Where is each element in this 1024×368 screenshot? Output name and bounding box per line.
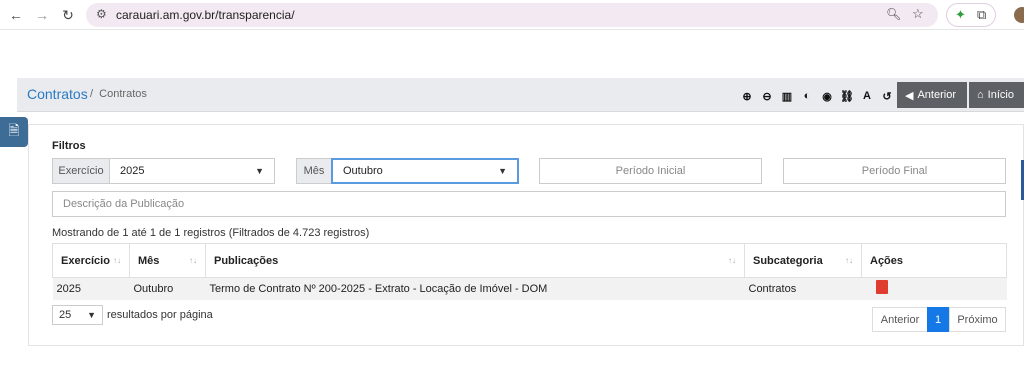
sort-icon: ↑↓ <box>189 256 197 265</box>
results-info: Mostrando de 1 até 1 de 1 registros (Fil… <box>52 227 370 239</box>
zoom-in-icon[interactable]: ⊕ <box>737 89 757 103</box>
zoom-out-icon[interactable]: ⊖ <box>757 89 777 103</box>
home-icon: ⌂ <box>977 89 984 101</box>
document-audio-icon: 🗎 <box>8 122 20 138</box>
puzzle-icon[interactable]: ⧉ <box>977 7 986 23</box>
filters-heading: Filtros <box>52 140 86 152</box>
profile-avatar[interactable] <box>1014 7 1024 23</box>
column-header-exercicio[interactable]: Exercício ↑↓ <box>52 243 130 278</box>
exercicio-select[interactable]: 2025 ▼ <box>109 158 275 184</box>
page-size-value: 25 <box>59 309 72 321</box>
browser-toolbar: ← → ↻ ⚙ carauari.am.gov.br/transparencia… <box>0 0 1024 30</box>
sort-icon: ↑↓ <box>728 256 736 265</box>
eye-icon[interactable]: ◉ <box>817 89 837 103</box>
reset-icon[interactable]: ↺ <box>877 89 897 103</box>
url-text: carauari.am.gov.br/transparencia/ <box>116 8 295 22</box>
extension-icon[interactable]: ✦ <box>955 7 966 23</box>
publications-table: Exercício ↑↓ Mês ↑↓ Publicações ↑↓ Subcateg… <box>52 243 1007 300</box>
cell-publicacao: Termo de Contrato Nº 200-2025 - Extrato … <box>205 277 745 300</box>
periodo-final-input[interactable]: Período Final <box>783 158 1006 184</box>
pagination-current-page[interactable]: 1 <box>927 307 949 332</box>
font-icon[interactable]: A <box>857 89 877 103</box>
breadcrumb-current: Contratos <box>99 88 147 100</box>
site-info-icon[interactable]: ⚙ <box>96 7 107 21</box>
cell-subcategoria: Contratos <box>744 277 862 300</box>
descricao-input[interactable]: Descrição da Publicação <box>52 191 1006 217</box>
page-title[interactable]: Contratos <box>27 86 88 102</box>
table-row: 2025 Outubro Termo de Contrato Nº 200-20… <box>52 277 1007 300</box>
pdf-icon[interactable] <box>875 280 888 295</box>
chevron-down-icon: ▼ <box>498 166 507 176</box>
chevron-down-icon: ▼ <box>255 166 264 176</box>
mes-label: Mês <box>296 158 332 184</box>
column-header-acoes: Ações <box>861 243 1007 278</box>
address-bar[interactable]: ⚙ carauari.am.gov.br/transparencia/ 🔍︎ ☆ <box>86 3 938 27</box>
cell-exercicio: 2025 <box>52 277 130 300</box>
home-button[interactable]: ⌂ Início <box>969 82 1024 108</box>
sort-icon: ↑↓ <box>113 256 121 265</box>
column-header-subcategoria[interactable]: Subcategoria ↑↓ <box>744 243 862 278</box>
page-size-label: resultados por página <box>107 309 213 321</box>
chevron-down-icon: ▼ <box>87 310 96 320</box>
page-header: Contratos / Contratos ⊕ ⊖ ▥ ◐ ◉ ⛓ A ↺ ◀ … <box>17 78 1024 112</box>
zoom-icon[interactable]: 🔍︎ <box>886 7 901 21</box>
extensions-area: ✦ ⧉ <box>946 3 996 27</box>
back-arrow-icon[interactable]: ← <box>6 5 26 25</box>
cell-mes: Outubro <box>129 277 206 300</box>
link-icon[interactable]: ⛓ <box>837 89 857 103</box>
cell-acoes <box>861 277 1007 300</box>
pagination-previous[interactable]: Anterior <box>872 307 928 332</box>
column-header-publicacoes[interactable]: Publicações ↑↓ <box>205 243 745 278</box>
page-size-select[interactable]: 25 ▼ <box>52 305 103 325</box>
reload-icon[interactable]: ↻ <box>58 5 78 25</box>
previous-button[interactable]: ◀ Anterior <box>897 82 967 108</box>
exercicio-value: 2025 <box>120 165 145 177</box>
periodo-inicial-input[interactable]: Período Inicial <box>539 158 762 184</box>
mes-select[interactable]: Outubro ▼ <box>331 158 519 184</box>
grayscale-icon[interactable]: ▥ <box>777 89 797 103</box>
pagination-next[interactable]: Próximo <box>949 307 1006 332</box>
sort-icon: ↑↓ <box>845 256 853 265</box>
exercicio-label: Exercício <box>52 158 110 184</box>
accessibility-side-tab[interactable]: 🗎 <box>0 117 28 147</box>
home-button-label: Início <box>987 89 1014 101</box>
chevron-left-circle-icon: ◀ <box>905 89 914 102</box>
bookmark-star-icon[interactable]: ☆ <box>912 6 924 22</box>
previous-button-label: Anterior <box>917 89 956 101</box>
filters-card: Filtros Exercício 2025 ▼ Mês Outubro ▼ P… <box>28 124 1024 346</box>
column-header-mes[interactable]: Mês ↑↓ <box>129 243 206 278</box>
forward-arrow-icon[interactable]: → <box>32 5 52 25</box>
mes-value: Outubro <box>343 165 383 177</box>
contrast-icon[interactable]: ◐ <box>797 89 817 103</box>
accessibility-tools: ⊕ ⊖ ▥ ◐ ◉ ⛓ A ↺ <box>737 89 897 103</box>
breadcrumb: / Contratos <box>90 88 147 100</box>
